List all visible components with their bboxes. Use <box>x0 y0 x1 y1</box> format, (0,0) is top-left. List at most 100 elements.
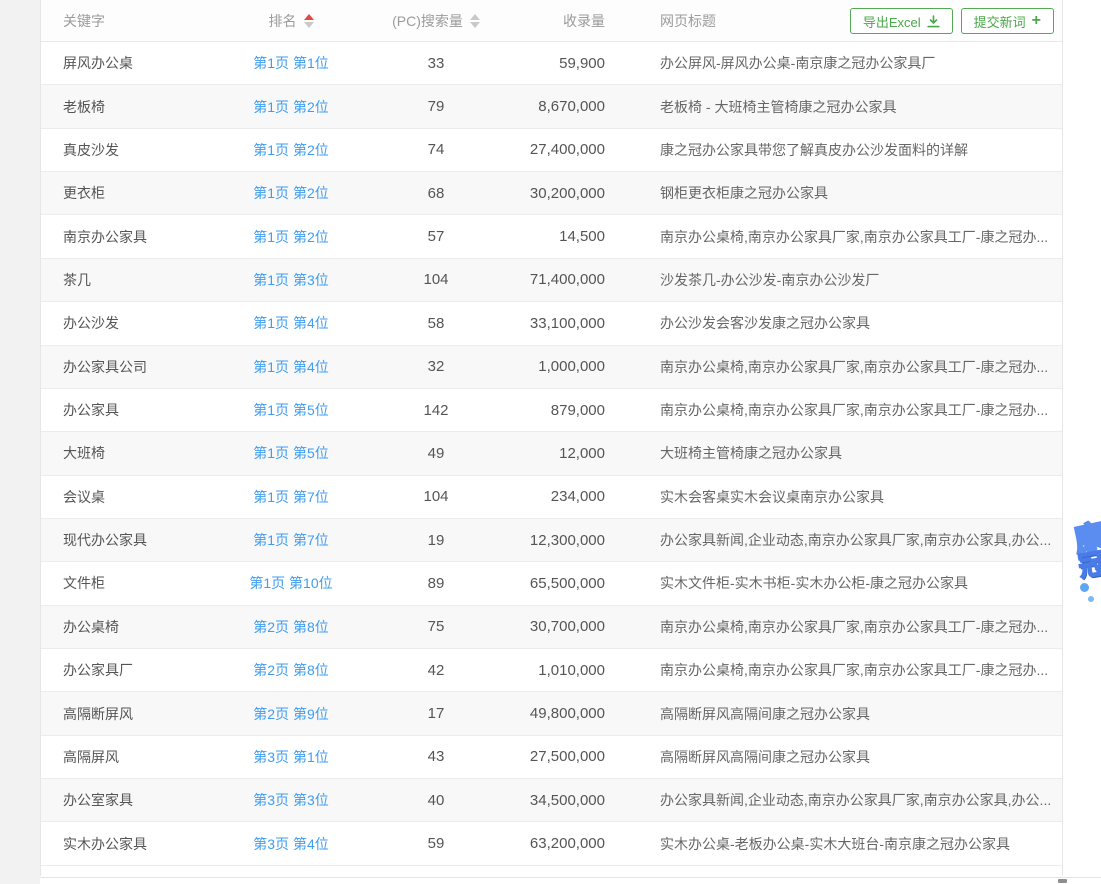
indexed-count-cell: 27,400,000 <box>521 141 613 158</box>
table-row: 办公家具厂 第2页 第8位 42 1,010,000 南京办公桌椅,南京办公家具… <box>41 649 1062 692</box>
header-buttons: 导出Excel 提交新词 + <box>850 8 1054 34</box>
keyword-cell: 会议桌 <box>41 487 231 507</box>
rank-link[interactable]: 第3页 第3位 <box>253 792 328 808</box>
rank-link[interactable]: 第1页 第2位 <box>253 99 328 115</box>
column-header-indexed-label: 收录量 <box>563 13 605 29</box>
pc-search-volume-cell: 74 <box>351 141 521 158</box>
rank-link[interactable]: 第1页 第4位 <box>253 359 328 375</box>
rank-link[interactable]: 第1页 第5位 <box>253 402 328 418</box>
indexed-count-cell: 8,670,000 <box>521 98 613 115</box>
indexed-count-cell: 30,200,000 <box>521 185 613 202</box>
keyword-cell: 办公室家具 <box>41 790 231 810</box>
rank-link[interactable]: 第1页 第2位 <box>253 185 328 201</box>
page-title-cell: 办公家具新闻,企业动态,南京办公家具厂家,南京办公家具,办公... <box>613 790 1062 810</box>
keyword-rank-table: 关键字 排名 (PC)搜索量 <box>40 0 1063 876</box>
page-title-cell: 实木办公桌-老板办公桌-实木大班台-南京康之冠办公家具 <box>613 834 1062 854</box>
mascot-char-bottom: 冠 <box>1075 541 1101 584</box>
column-header-keyword: 关键字 <box>41 11 231 31</box>
keyword-rank-page: 关键字 排名 (PC)搜索量 <box>0 0 1101 884</box>
table-row: 办公桌椅 第2页 第8位 75 30,700,000 南京办公桌椅,南京办公家具… <box>41 606 1062 649</box>
column-header-pc-volume[interactable]: (PC)搜索量 <box>351 11 521 31</box>
rank-link[interactable]: 第1页 第1位 <box>253 55 328 71</box>
rank-link[interactable]: 第1页 第10位 <box>249 575 332 591</box>
keyword-cell: 办公沙发 <box>41 313 231 333</box>
pc-search-volume-cell: 33 <box>351 55 521 72</box>
rank-link[interactable]: 第1页 第7位 <box>253 532 328 548</box>
floating-mascot-badge[interactable]: 康 冠 <box>1072 513 1101 608</box>
table-row: 办公室家具 第3页 第3位 40 34,500,000 办公家具新闻,企业动态,… <box>41 779 1062 822</box>
pc-search-volume-cell: 42 <box>351 662 521 679</box>
download-icon <box>927 15 940 28</box>
partial-next-row <box>41 866 1062 876</box>
keyword-cell: 办公家具公司 <box>41 357 231 377</box>
pc-search-volume-cell: 49 <box>351 445 521 462</box>
submit-new-word-label: 提交新词 <box>974 12 1026 31</box>
export-excel-button[interactable]: 导出Excel <box>850 8 953 34</box>
keyword-cell: 老板椅 <box>41 97 231 117</box>
indexed-count-cell: 27,500,000 <box>521 748 613 765</box>
column-header-keyword-label: 关键字 <box>63 13 105 29</box>
sort-asc-icon[interactable] <box>304 14 314 20</box>
rank-link[interactable]: 第1页 第5位 <box>253 445 328 461</box>
page-title-cell: 沙发茶几-办公沙发-南京办公沙发厂 <box>613 270 1062 290</box>
pc-search-volume-cell: 43 <box>351 748 521 765</box>
column-header-page-title-label: 网页标题 <box>660 13 716 29</box>
pc-search-volume-cell: 32 <box>351 358 521 375</box>
pc-search-volume-cell: 59 <box>351 835 521 852</box>
rank-link[interactable]: 第3页 第1位 <box>253 749 328 765</box>
indexed-count-cell: 14,500 <box>521 228 613 245</box>
rank-link[interactable]: 第1页 第7位 <box>253 489 328 505</box>
page-title-cell: 南京办公桌椅,南京办公家具厂家,南京办公家具工厂-康之冠办... <box>613 357 1062 377</box>
table-row: 茶几 第1页 第3位 104 71,400,000 沙发茶几-办公沙发-南京办公… <box>41 259 1062 302</box>
table-row: 办公沙发 第1页 第4位 58 33,100,000 办公沙发会客沙发康之冠办公… <box>41 302 1062 345</box>
scroll-handle-mark[interactable] <box>1058 879 1067 883</box>
left-gutter <box>0 0 40 884</box>
keyword-cell: 办公家具 <box>41 400 231 420</box>
pc-search-volume-cell: 142 <box>351 402 521 419</box>
table-header-row: 关键字 排名 (PC)搜索量 <box>41 0 1062 42</box>
rank-link[interactable]: 第1页 第3位 <box>253 272 328 288</box>
submit-new-word-button[interactable]: 提交新词 + <box>961 8 1054 34</box>
sort-desc-icon[interactable] <box>304 22 314 28</box>
rank-link[interactable]: 第1页 第2位 <box>253 229 328 245</box>
keyword-cell: 实木办公家具 <box>41 834 231 854</box>
rank-link[interactable]: 第3页 第4位 <box>253 836 328 852</box>
table-row: 屏风办公桌 第1页 第1位 33 59,900 办公屏风-屏风办公桌-南京康之冠… <box>41 42 1062 85</box>
sort-desc-icon[interactable] <box>470 22 480 28</box>
table-row: 实木办公家具 第3页 第4位 59 63,200,000 实木办公桌-老板办公桌… <box>41 822 1062 865</box>
page-title-cell: 南京办公桌椅,南京办公家具厂家,南京办公家具工厂-康之冠办... <box>613 227 1062 247</box>
rank-link[interactable]: 第2页 第8位 <box>253 619 328 635</box>
page-title-cell: 高隔断屏风高隔间康之冠办公家具 <box>613 747 1062 767</box>
volume-sort-icon[interactable] <box>470 14 480 28</box>
rank-sort-icon[interactable] <box>304 14 314 28</box>
page-title-cell: 钢柜更衣柜康之冠办公家具 <box>613 183 1062 203</box>
rank-link[interactable]: 第1页 第2位 <box>253 142 328 158</box>
page-title-cell: 办公屏风-屏风办公桌-南京康之冠办公家具厂 <box>613 53 1062 73</box>
page-title-cell: 南京办公桌椅,南京办公家具厂家,南京办公家具工厂-康之冠办... <box>613 400 1062 420</box>
table-row: 真皮沙发 第1页 第2位 74 27,400,000 康之冠办公家具带您了解真皮… <box>41 129 1062 172</box>
pc-search-volume-cell: 104 <box>351 271 521 288</box>
export-excel-label: 导出Excel <box>863 12 921 31</box>
page-title-cell: 南京办公桌椅,南京办公家具厂家,南京办公家具工厂-康之冠办... <box>613 660 1062 680</box>
table-row: 现代办公家具 第1页 第7位 19 12,300,000 办公家具新闻,企业动态… <box>41 519 1062 562</box>
sort-asc-icon[interactable] <box>470 14 480 20</box>
keyword-cell: 大班椅 <box>41 443 231 463</box>
table-row: 办公家具 第1页 第5位 142 879,000 南京办公桌椅,南京办公家具厂家… <box>41 389 1062 432</box>
table-row: 高隔断屏风 第2页 第9位 17 49,800,000 高隔断屏风高隔间康之冠办… <box>41 692 1062 735</box>
rank-link[interactable]: 第1页 第4位 <box>253 315 328 331</box>
keyword-cell: 真皮沙发 <box>41 140 231 160</box>
plus-icon: + <box>1032 13 1041 29</box>
indexed-count-cell: 34,500,000 <box>521 792 613 809</box>
table-row: 大班椅 第1页 第5位 49 12,000 大班椅主管椅康之冠办公家具 <box>41 432 1062 475</box>
indexed-count-cell: 1,010,000 <box>521 662 613 679</box>
keyword-cell: 现代办公家具 <box>41 530 231 550</box>
indexed-count-cell: 63,200,000 <box>521 835 613 852</box>
page-title-cell: 办公家具新闻,企业动态,南京办公家具厂家,南京办公家具,办公... <box>613 530 1062 550</box>
keyword-cell: 高隔屏风 <box>41 747 231 767</box>
column-header-rank[interactable]: 排名 <box>231 11 351 31</box>
keyword-cell: 南京办公家具 <box>41 227 231 247</box>
rank-link[interactable]: 第2页 第9位 <box>253 706 328 722</box>
pc-search-volume-cell: 68 <box>351 185 521 202</box>
rank-link[interactable]: 第2页 第8位 <box>253 662 328 678</box>
table-row: 老板椅 第1页 第2位 79 8,670,000 老板椅 - 大班椅主管椅康之冠… <box>41 85 1062 128</box>
